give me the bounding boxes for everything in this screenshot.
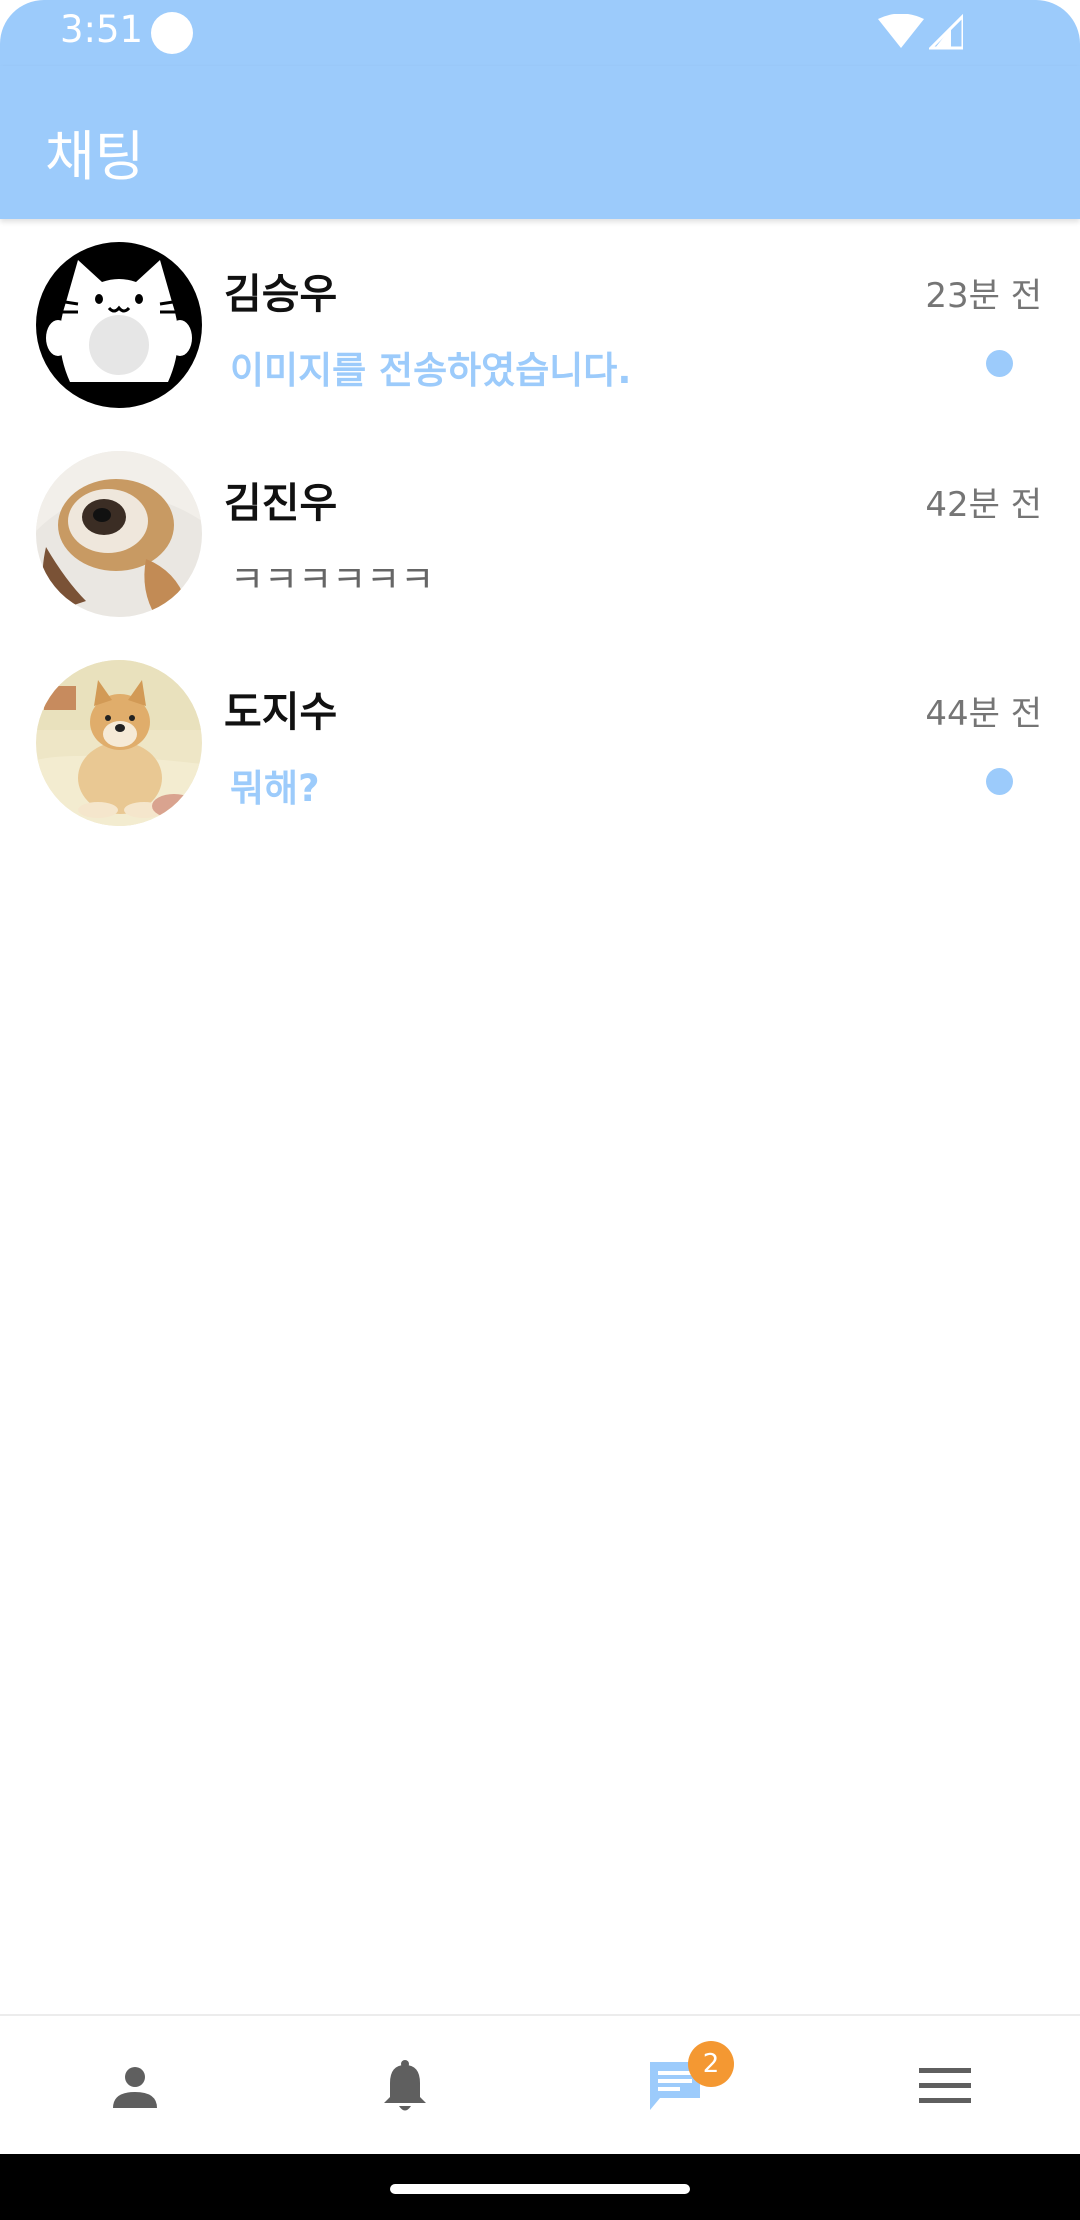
bottom-navigation: 2 <box>0 2014 1080 2156</box>
unread-indicator-icon <box>986 350 1013 377</box>
chat-last-message: 이미지를 전송하였습니다. <box>230 349 632 392</box>
chat-name: 김승우 <box>224 270 338 318</box>
nav-tab-profile[interactable] <box>0 2016 270 2156</box>
signal-icon <box>929 14 963 50</box>
system-navigation-bar <box>0 2154 1080 2220</box>
avatar <box>36 660 202 826</box>
chat-timestamp: 44분 전 <box>925 694 1042 734</box>
chat-last-message: 뭐해? <box>230 767 320 810</box>
dog-photo-avatar-icon <box>36 451 202 617</box>
status-bar: 3:51 <box>0 0 1080 66</box>
nav-tab-chats[interactable]: 2 <box>540 2016 810 2156</box>
avatar <box>36 451 202 617</box>
notification-dot-icon <box>151 12 193 54</box>
unread-count-badge: 2 <box>688 2041 734 2087</box>
chat-list-item[interactable]: 김승우 23분 전 이미지를 전송하였습니다. <box>0 242 1080 450</box>
app-bar: 채팅 <box>0 66 1080 219</box>
wifi-icon <box>878 14 924 48</box>
chat-last-message: ㅋㅋㅋㅋㅋㅋ <box>230 558 435 601</box>
nav-tab-menu[interactable] <box>810 2016 1080 2156</box>
shiba-photo-avatar-icon <box>36 660 202 826</box>
chat-list-item[interactable]: 김진우 42분 전 ㅋㅋㅋㅋㅋㅋ <box>0 451 1080 659</box>
chat-name: 도지수 <box>224 688 338 736</box>
bell-icon <box>384 2060 426 2111</box>
status-time: 3:51 <box>60 8 144 51</box>
chat-timestamp: 42분 전 <box>925 485 1042 525</box>
chat-list-item[interactable]: 도지수 44분 전 뭐해? <box>0 660 1080 868</box>
page-title: 채팅 <box>45 125 145 188</box>
nav-tab-notifications[interactable] <box>270 2016 540 2156</box>
unread-indicator-icon <box>986 768 1013 795</box>
menu-icon <box>919 2068 971 2103</box>
cat-avatar-icon <box>36 242 202 408</box>
person-icon <box>113 2067 157 2108</box>
home-indicator[interactable] <box>390 2184 690 2194</box>
chat-name: 김진우 <box>224 479 338 527</box>
avatar <box>36 242 202 408</box>
chat-timestamp: 23분 전 <box>925 276 1042 316</box>
